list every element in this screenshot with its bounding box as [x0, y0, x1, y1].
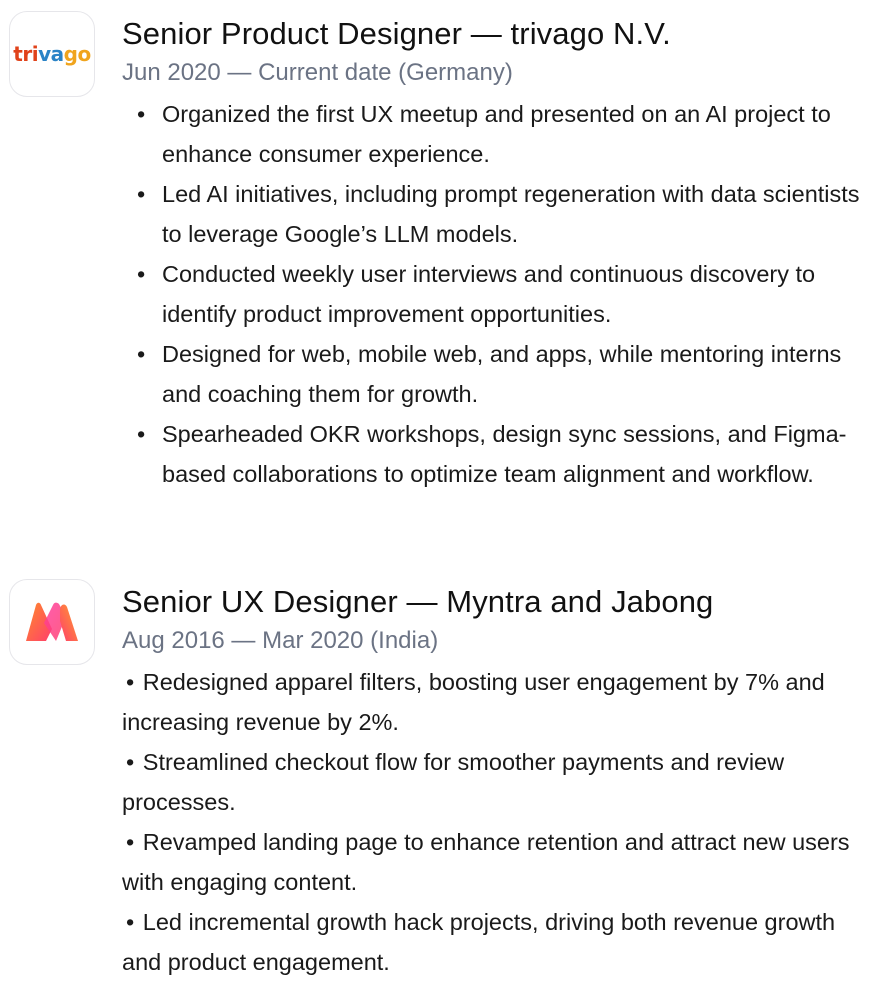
list-item: • Led incremental growth hack projects, … [122, 902, 880, 982]
job-title: Senior UX Designer — Myntra and Jabong [122, 584, 714, 619]
list-item: • Redesigned apparel filters, boosting u… [122, 662, 880, 742]
list-item: Designed for web, mobile web, and apps, … [122, 334, 880, 414]
list-item-text: Streamlined checkout flow for smoother p… [122, 749, 785, 815]
trivago-logo-wordmark: trivago [13, 42, 91, 66]
job-bullet-list: Organized the first UX meetup and presen… [122, 94, 880, 494]
myntra-logo-icon [26, 602, 78, 641]
list-item-text: Redesigned apparel filters, boosting use… [122, 669, 825, 735]
job-content: Senior Product Designer — trivago N.V. J… [122, 14, 880, 494]
bullet-dot: • [126, 829, 135, 855]
list-item: Organized the first UX meetup and presen… [122, 94, 880, 174]
list-item: • Revamped landing page to enhance reten… [122, 822, 880, 902]
list-item-text: Led incremental growth hack projects, dr… [122, 909, 836, 975]
list-item-text: Revamped landing page to enhance retenti… [122, 829, 850, 895]
job-content: Senior UX Designer — Myntra and Jabong A… [122, 582, 880, 982]
bullet-dot: • [126, 749, 135, 775]
myntra-logo [9, 579, 95, 665]
list-item: Conducted weekly user interviews and con… [122, 254, 880, 334]
list-item: Spearheaded OKR workshops, design sync s… [122, 414, 880, 494]
job-dates-location: Aug 2016 — Mar 2020 (India) [122, 627, 439, 654]
bullet-dot: • [126, 909, 135, 935]
job-dates-location: Jun 2020 — Current date (Germany) [122, 59, 513, 86]
list-item: Led AI initiatives, including prompt reg… [122, 174, 880, 254]
trivago-logo: trivago [9, 11, 95, 97]
job-title: Senior Product Designer — trivago N.V. [122, 16, 671, 51]
bullet-dot: • [126, 669, 135, 695]
list-item: • Streamlined checkout flow for smoother… [122, 742, 880, 822]
job-bullet-list: • Redesigned apparel filters, boosting u… [122, 662, 880, 982]
